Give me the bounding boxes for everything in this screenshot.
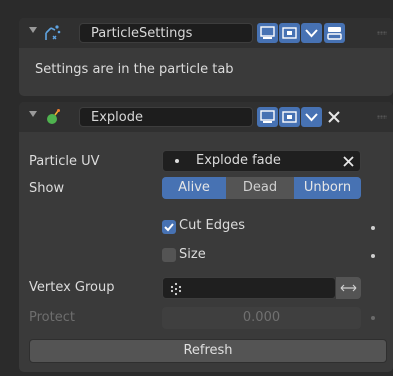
editmode-icon	[260, 110, 275, 123]
checkmark-icon	[164, 223, 174, 232]
show-selector: Alive Dead Unborn	[162, 177, 361, 199]
modifier-name-field[interactable]: Explode	[79, 107, 253, 127]
show-label: Show	[29, 181, 65, 196]
modifier-name-field[interactable]: ParticleSettings	[79, 23, 253, 43]
viewport-icon	[282, 111, 297, 123]
viewport-icon	[282, 27, 297, 39]
render-toggle[interactable]	[301, 107, 322, 127]
drag-handle-icon[interactable]	[377, 31, 387, 35]
chevron-down-icon	[305, 29, 318, 38]
editmode-toggle[interactable]	[257, 23, 278, 43]
viewport-toggle[interactable]	[279, 107, 300, 127]
size-checkbox[interactable]	[162, 248, 176, 262]
invert-vertex-group-button[interactable]	[336, 277, 361, 299]
render-toggle[interactable]	[301, 23, 322, 43]
clear-icon[interactable]	[343, 156, 354, 167]
vertex-group-icon	[170, 282, 182, 296]
arrow-left-right-icon	[340, 284, 357, 292]
cut-edges-checkbox[interactable]	[162, 220, 176, 234]
chevron-down-icon	[305, 113, 318, 122]
info-text: Settings are in the particle tab	[35, 62, 234, 77]
refresh-button[interactable]: Refresh	[29, 339, 387, 363]
particle-settings-panel: ParticleSettings Settings are in the par…	[19, 18, 393, 96]
protect-value: 0.000	[242, 310, 281, 325]
keyframe-dot-icon[interactable]	[371, 254, 375, 258]
protect-label: Protect	[29, 310, 75, 325]
panel-header[interactable]: Explode	[19, 102, 393, 132]
editmode-toggle[interactable]	[257, 107, 278, 127]
vertex-group-label: Vertex Group	[29, 280, 115, 295]
drag-handle-icon[interactable]	[377, 115, 387, 119]
particle-system-icon	[45, 25, 61, 40]
collapse-arrow-icon[interactable]	[29, 111, 37, 117]
cage-icon	[327, 27, 342, 40]
remove-modifier-button[interactable]	[324, 107, 344, 127]
particle-uv-value: Explode fade	[196, 153, 281, 168]
show-alive-button[interactable]: Alive	[162, 177, 226, 199]
size-label: Size	[179, 247, 206, 262]
cage-toggle[interactable]	[324, 23, 345, 43]
viewport-toggle[interactable]	[279, 23, 300, 43]
collapse-arrow-icon[interactable]	[29, 27, 37, 33]
protect-field[interactable]: 0.000	[162, 307, 361, 329]
editmode-icon	[260, 26, 275, 39]
close-icon	[328, 111, 340, 123]
vertex-group-field[interactable]	[162, 277, 336, 299]
keyframe-dot-icon[interactable]	[371, 226, 375, 230]
keyframe-dot-icon[interactable]	[371, 316, 375, 320]
particle-uv-label: Particle UV	[29, 154, 100, 169]
show-dead-button[interactable]: Dead	[227, 177, 293, 199]
explode-icon	[47, 109, 60, 124]
particle-uv-field[interactable]: Explode fade	[162, 150, 361, 172]
panel-header[interactable]: ParticleSettings	[19, 18, 393, 48]
refresh-label: Refresh	[183, 343, 233, 358]
show-unborn-button[interactable]: Unborn	[294, 177, 361, 199]
uv-map-icon	[175, 159, 179, 163]
explode-panel: Explode Particle UV Explode fade Show Al…	[19, 102, 393, 372]
cut-edges-label: Cut Edges	[179, 218, 246, 233]
